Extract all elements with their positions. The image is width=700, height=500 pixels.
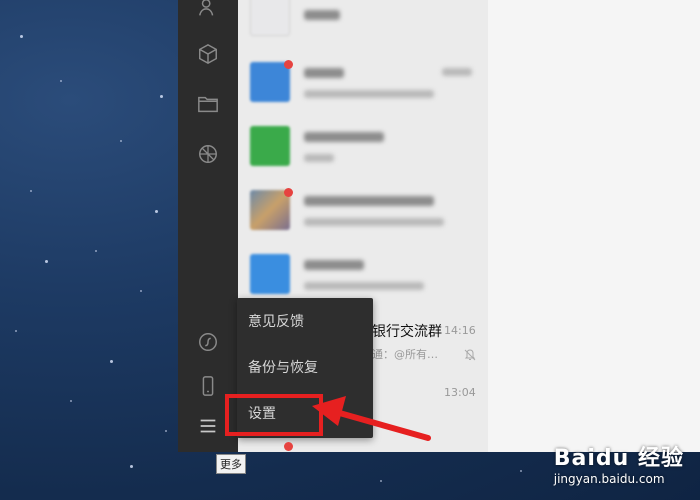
menu-icon[interactable] — [196, 414, 220, 438]
notification-dot — [284, 442, 293, 451]
mini-program-icon[interactable] — [196, 330, 220, 354]
chat-pane — [488, 0, 700, 452]
tooltip: 更多 — [216, 454, 246, 474]
list-item[interactable] — [238, 0, 488, 48]
list-item[interactable] — [238, 52, 488, 114]
menu-item-feedback[interactable]: 意见反馈 — [237, 300, 373, 344]
list-item[interactable] — [238, 180, 488, 242]
contacts-icon[interactable] — [196, 0, 220, 20]
phone-icon[interactable] — [196, 374, 220, 398]
folder-icon[interactable] — [196, 92, 220, 116]
chat-title[interactable]: 银行交流群 — [372, 321, 442, 341]
moments-icon[interactable] — [196, 142, 220, 166]
list-item[interactable] — [238, 116, 488, 178]
menu-item-backup-restore[interactable]: 备份与恢复 — [237, 346, 373, 390]
chat-time-2: 13:04 — [444, 386, 476, 399]
mute-icon — [464, 346, 476, 361]
watermark: Baidu 经验 jingyan.baidu.com — [554, 440, 684, 486]
sidebar — [178, 0, 238, 452]
list-item[interactable] — [238, 244, 488, 306]
box-icon[interactable] — [196, 42, 220, 66]
watermark-url: jingyan.baidu.com — [553, 472, 665, 486]
watermark-logo: Baidu 经验 — [553, 446, 684, 471]
chat-time: 14:16 — [444, 324, 476, 337]
arrow-annotation — [312, 396, 431, 441]
chat-preview: 通：@所有… — [372, 348, 438, 361]
